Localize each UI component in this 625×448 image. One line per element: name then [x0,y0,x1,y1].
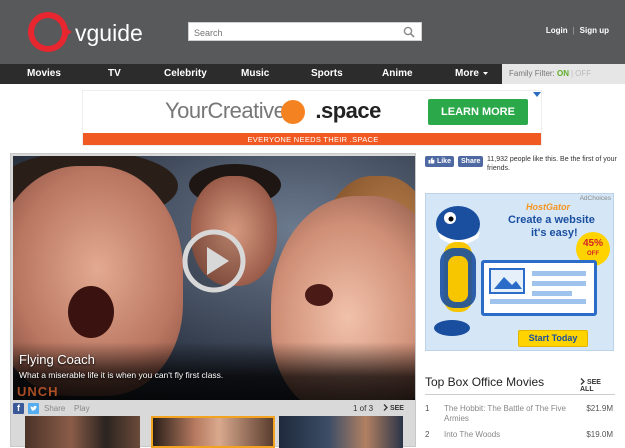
video-description: What a miserable life it is when you can… [19,370,224,380]
movie-title[interactable]: The Hobbit: The Battle of The Five Armie… [444,404,584,424]
auth-separator: | [572,26,575,35]
facebook-social-widget: Like Share 11,932 people like this. Be t… [425,155,620,175]
facebook-like-count: 11,932 people like this. Be the first of… [487,156,617,172]
movie-rank: 2 [425,430,430,439]
twitter-icon[interactable] [28,403,39,414]
search-box [188,22,422,42]
share-link[interactable]: Share [44,402,65,415]
facebook-icon[interactable]: f [13,403,24,414]
nav-more-label: More [455,68,479,79]
family-filter-label: Family Filter: [509,69,555,78]
adchoices-label[interactable]: AdChoices [580,195,611,202]
family-filter-on[interactable]: ON [557,69,569,78]
featured-video-player: Flying Coach What a miserable life it is… [10,153,416,448]
login-link[interactable]: Login [546,26,568,35]
chevron-right-icon [580,378,585,385]
divider [425,394,615,395]
chevron-down-icon [482,71,488,75]
nav-item-celebrity[interactable]: Celebrity [164,64,207,84]
ad-headline: Create a website [508,214,595,226]
start-today-button[interactable]: Start Today [518,330,588,347]
player-toolbar: f Share Play 1 of 3 SEE ALL [13,402,415,425]
movie-title[interactable]: Into The Woods [444,430,584,440]
nav-item-more[interactable]: More [455,64,489,84]
hostgator-logo: HostGator [526,202,571,212]
box-office-see-all[interactable]: SEE ALL [580,378,615,393]
box-office-title: Top Box Office Movies [425,375,545,389]
play-icon[interactable] [181,228,247,294]
play-link[interactable]: Play [74,402,90,415]
ad-subheadline: it's easy! [531,227,578,239]
family-filter-separator: | [571,69,574,78]
logo-text: vguide [75,20,143,46]
nav-item-movies[interactable]: Movies [27,64,61,84]
nav-item-tv[interactable]: TV [108,64,121,84]
movie-gross: $19.0M [586,430,613,439]
video-image-mouth-right [305,284,333,306]
search-input[interactable] [189,24,389,42]
nav-item-sports[interactable]: Sports [311,64,343,84]
signup-link[interactable]: Sign up [580,26,609,35]
video-frame[interactable]: Flying Coach What a miserable life it is… [13,156,415,400]
ad-close-icon[interactable] [533,92,541,100]
sidebar-ad[interactable]: AdChoices HostGator Create a website it'… [425,193,614,351]
ad-banner-top: YourCreative .space LEARN MORE [83,91,541,133]
auth-links: Login | Sign up [546,26,609,35]
ad-banner-headline: YourCreative .space [165,98,381,124]
movie-rank: 1 [425,404,430,413]
family-filter-off[interactable]: OFF [575,69,591,78]
discount-label: OFF [587,251,599,257]
video-thumbnail-strip [13,416,415,448]
video-thumbnail-selected[interactable] [151,416,275,448]
video-image-mouth-left [68,286,114,338]
movie-gross: $21.9M [586,404,613,413]
ad-banner-tagline: EVERYONE NEEDS THEIR .SPACE [83,133,541,145]
main-nav: Movies TV Celebrity Music Sports Anime M… [0,64,625,84]
discount-value: 45% [582,238,603,249]
space-logo-icon [281,100,305,124]
ad-banner-text-light: YourCreative [165,98,286,123]
facebook-thumb-icon [428,157,435,164]
site-header: vguide Login | Sign up [0,0,625,64]
video-thumbnail[interactable] [279,416,403,448]
ad-banner[interactable]: YourCreative .space LEARN MORE EVERYONE N… [82,90,542,146]
video-title[interactable]: Flying Coach [19,352,95,367]
video-thumbnail[interactable] [25,416,140,448]
ovguide-logo[interactable]: vguide [26,10,146,54]
website-preview-icon [481,260,597,316]
search-icon[interactable] [403,26,415,38]
facebook-like-label: Like [436,158,451,165]
pagination-count: 1 of 3 [353,404,374,413]
facebook-like-button[interactable]: Like [425,156,454,167]
facebook-share-button[interactable]: Share [458,156,484,167]
chevron-right-icon [383,404,388,411]
ad-banner-text-bold: .space [315,98,381,123]
video-watermark: UNCH [17,384,59,399]
nav-item-anime[interactable]: Anime [382,64,413,84]
nav-item-music[interactable]: Music [241,64,269,84]
family-filter: Family Filter: ON | OFF [502,64,625,84]
learn-more-button[interactable]: LEARN MORE [428,99,528,125]
